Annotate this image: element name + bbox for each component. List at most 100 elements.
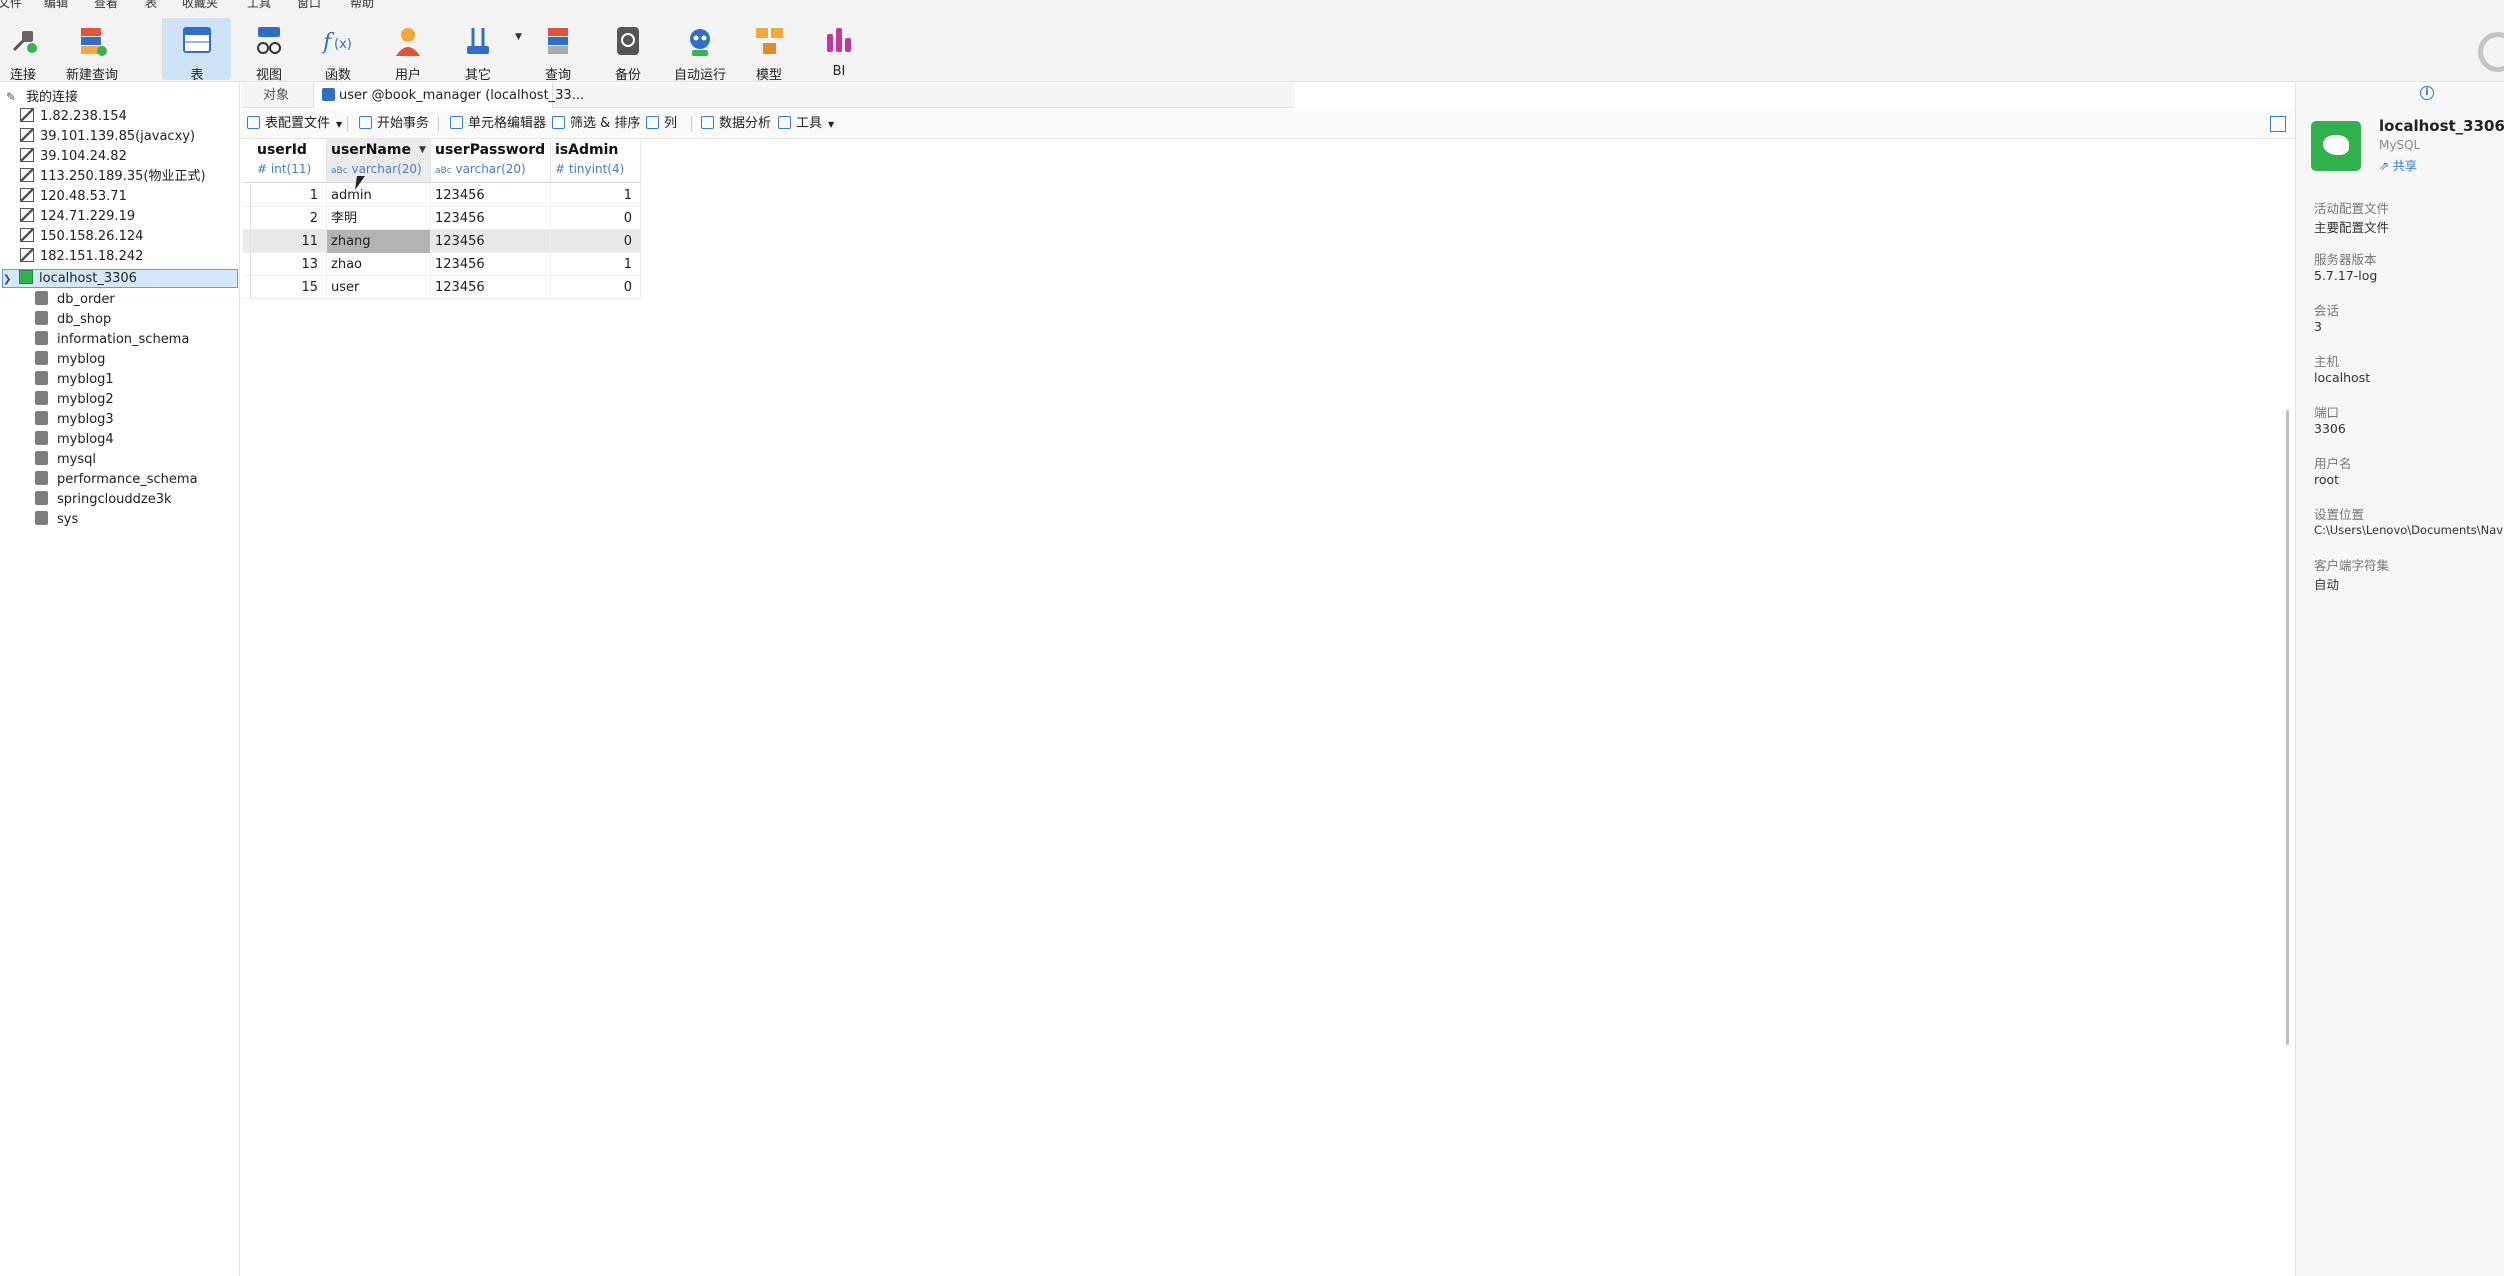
database-item[interactable]: mysql bbox=[35, 450, 96, 470]
data-analysis-button[interactable]: 数据分析 bbox=[701, 109, 771, 139]
cell-userPassword[interactable]: 123456 bbox=[431, 230, 551, 253]
connection-item[interactable]: 124.71.229.19 bbox=[20, 207, 135, 227]
cell-userPassword[interactable]: 123456 bbox=[431, 276, 551, 299]
row-selector[interactable] bbox=[243, 276, 251, 299]
row-selector[interactable] bbox=[243, 184, 251, 207]
columns-button[interactable]: 列 bbox=[646, 109, 677, 139]
cell-userName[interactable]: 李明 bbox=[327, 207, 431, 230]
bi-button[interactable]: BI bbox=[816, 18, 862, 80]
chevron-down-icon[interactable]: ❯ bbox=[3, 271, 19, 288]
tab-user-table[interactable]: user @book_manager (localhost_33... bbox=[313, 83, 584, 108]
menu-file[interactable]: 文件 bbox=[0, 0, 22, 9]
other-button[interactable]: ▼ 其它 bbox=[455, 18, 525, 83]
menu-tools[interactable]: 工具 bbox=[247, 0, 271, 9]
connection-item-localhost[interactable]: ❯ localhost_3306 bbox=[2, 269, 238, 288]
database-item[interactable]: information_schema bbox=[35, 330, 189, 350]
tools-button[interactable]: 工具 ▼ bbox=[778, 109, 834, 139]
cell-userId[interactable]: 13 bbox=[251, 253, 327, 276]
connection-item[interactable]: 1.82.238.154 bbox=[20, 107, 127, 127]
view-button[interactable]: 视图 bbox=[246, 18, 292, 83]
menu-table[interactable]: 表 bbox=[145, 0, 157, 9]
begin-transaction-button[interactable]: 开始事务 bbox=[359, 109, 429, 139]
cell-editor-button[interactable]: 单元格编辑器 bbox=[450, 109, 546, 139]
menu-window[interactable]: 窗口 bbox=[297, 0, 321, 9]
backup-button[interactable]: 备份 bbox=[605, 18, 651, 83]
menu-view[interactable]: 查看 bbox=[94, 0, 118, 9]
cell-userId[interactable]: 2 bbox=[251, 207, 327, 230]
chevron-down-icon[interactable]: ▼ bbox=[515, 32, 522, 42]
connection-item[interactable]: 39.101.139.85(javacxy) bbox=[20, 127, 195, 147]
database-item[interactable]: myblog4 bbox=[35, 430, 114, 450]
cell-userName[interactable]: user bbox=[327, 276, 431, 299]
vertical-scrollbar[interactable] bbox=[2286, 410, 2289, 1045]
connection-item[interactable]: 182.151.18.242 bbox=[20, 247, 143, 267]
menu-favorites[interactable]: 收藏夹 bbox=[182, 0, 218, 9]
database-icon bbox=[35, 311, 48, 325]
column-type-label: int(11) bbox=[270, 162, 312, 176]
row-selector[interactable] bbox=[243, 230, 251, 253]
cell-userName[interactable]: admin bbox=[327, 184, 431, 207]
function-button[interactable]: f (x) 函数 bbox=[315, 18, 361, 83]
connection-item[interactable]: 113.250.189.35(物业正式) bbox=[20, 167, 206, 187]
database-icon bbox=[35, 411, 48, 425]
cell-userName[interactable]: zhao bbox=[327, 253, 431, 276]
database-item[interactable]: myblog1 bbox=[35, 370, 114, 390]
cell-userPassword[interactable]: 123456 bbox=[431, 207, 551, 230]
query-button[interactable]: 查询 bbox=[535, 18, 581, 83]
connection-label: 124.71.229.19 bbox=[40, 209, 136, 224]
menu-help[interactable]: 帮助 bbox=[350, 0, 374, 9]
my-connections-root[interactable]: ✎ 我的连接 bbox=[6, 87, 78, 107]
menu-edit[interactable]: 编辑 bbox=[44, 0, 68, 9]
account-avatar[interactable] bbox=[2478, 32, 2504, 72]
row-selector[interactable] bbox=[243, 207, 251, 230]
sort-arrow-icon[interactable]: ▼ bbox=[419, 145, 426, 155]
database-item[interactable]: myblog bbox=[35, 350, 105, 370]
connect-button[interactable]: 连接 bbox=[0, 18, 46, 83]
cell-isAdmin[interactable]: 1 bbox=[551, 184, 641, 207]
database-item[interactable]: springclouddze3k bbox=[35, 490, 172, 510]
database-item[interactable]: performance_schema bbox=[35, 470, 198, 490]
table-profile-button[interactable]: 表配置文件 ▼ bbox=[247, 109, 342, 139]
model-button[interactable]: 模型 bbox=[746, 18, 792, 83]
table-row-current[interactable]: 11 zhang 123456 0 bbox=[243, 230, 641, 253]
database-icon bbox=[35, 511, 48, 525]
table-button[interactable]: 表 bbox=[163, 18, 231, 83]
table-row[interactable]: 1 admin 123456 1 bbox=[243, 184, 641, 207]
filter-sort-button[interactable]: 筛选 & 排序 bbox=[552, 109, 640, 139]
cell-isAdmin[interactable]: 0 bbox=[551, 230, 641, 253]
fullscreen-icon[interactable] bbox=[2270, 116, 2286, 132]
cell-userPassword[interactable]: 123456 bbox=[431, 184, 551, 207]
cell-isAdmin[interactable]: 0 bbox=[551, 207, 641, 230]
cell-userPassword[interactable]: 123456 bbox=[431, 253, 551, 276]
cell-userId[interactable]: 1 bbox=[251, 184, 327, 207]
cell-userId[interactable]: 11 bbox=[251, 230, 327, 253]
row-selector[interactable] bbox=[243, 253, 251, 276]
table-row[interactable]: 15 user 123456 0 bbox=[243, 276, 641, 299]
column-header-userId[interactable]: userId # int(11) bbox=[243, 139, 327, 183]
database-item[interactable]: myblog3 bbox=[35, 410, 114, 430]
column-header-userName[interactable]: userName ▼ aBc varchar(20) bbox=[327, 139, 431, 183]
tab-objects[interactable]: 对象 bbox=[255, 83, 297, 108]
column-header-userPassword[interactable]: userPassword aBc varchar(20) bbox=[431, 139, 551, 183]
info-value: 3306 bbox=[2314, 421, 2346, 436]
cell-isAdmin[interactable]: 0 bbox=[551, 276, 641, 299]
share-link[interactable]: ⇗ 共享 bbox=[2379, 157, 2417, 174]
database-item[interactable]: myblog2 bbox=[35, 390, 114, 410]
database-item[interactable]: db_order bbox=[35, 290, 115, 310]
connection-item[interactable]: 150.158.26.124 bbox=[20, 227, 143, 247]
user-button[interactable]: 用户 bbox=[385, 18, 431, 83]
automation-button[interactable]: 自动运行 bbox=[667, 18, 733, 83]
cell-userName-focused[interactable]: zhang bbox=[327, 230, 431, 253]
table-row[interactable]: 13 zhao 123456 1 bbox=[243, 253, 641, 276]
connection-item[interactable]: 39.104.24.82 bbox=[20, 147, 127, 167]
toolbar-separator bbox=[691, 116, 692, 132]
database-item[interactable]: db_shop bbox=[35, 310, 111, 330]
connection-item[interactable]: 120.48.53.71 bbox=[20, 187, 127, 207]
column-header-isAdmin[interactable]: isAdmin # tinyint(4) bbox=[551, 139, 641, 183]
cell-userId[interactable]: 15 bbox=[251, 276, 327, 299]
info-icon[interactable]: i bbox=[2420, 86, 2434, 100]
database-item[interactable]: sys bbox=[35, 510, 78, 530]
new-query-button[interactable]: 新建查询 bbox=[62, 18, 122, 83]
cell-isAdmin[interactable]: 1 bbox=[551, 253, 641, 276]
table-row[interactable]: 2 李明 123456 0 bbox=[243, 207, 641, 230]
